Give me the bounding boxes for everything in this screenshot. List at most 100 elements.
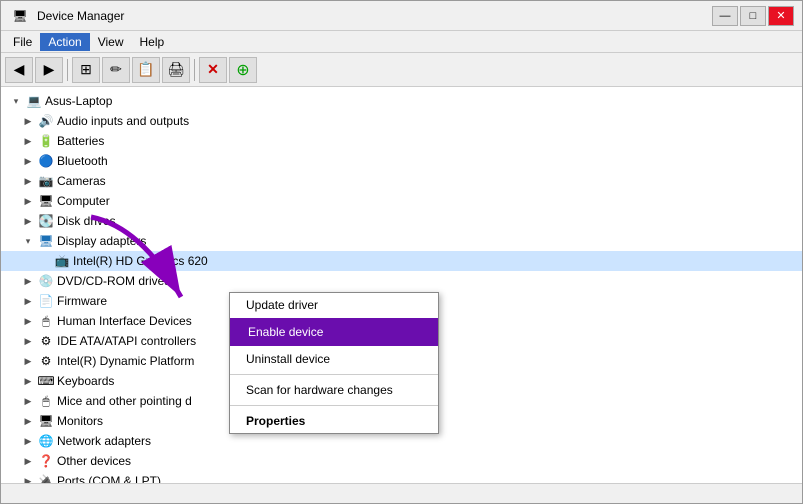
gpu-expand	[37, 254, 51, 268]
ports-expand[interactable]: ▶	[21, 474, 35, 483]
network-icon: 🌐	[38, 433, 54, 449]
forward-button[interactable]: ▶	[35, 57, 63, 83]
bluetooth-expand[interactable]: ▶	[21, 154, 35, 168]
cameras-label: Cameras	[57, 174, 106, 188]
disk-expand[interactable]: ▶	[21, 214, 35, 228]
monitors-icon: 🖥	[38, 413, 54, 429]
window-controls: — □ ✕	[712, 6, 794, 26]
bluetooth-label: Bluetooth	[57, 154, 108, 168]
dvd-label: DVD/CD-ROM drives	[57, 274, 170, 288]
firmware-label: Firmware	[57, 294, 107, 308]
context-menu: Update driver Enable device Uninstall de…	[229, 292, 439, 434]
network-label: Network adapters	[57, 434, 151, 448]
disk-icon: 💽	[38, 213, 54, 229]
ide-expand[interactable]: ▶	[21, 334, 35, 348]
batteries-label: Batteries	[57, 134, 104, 148]
device-manager-window: 🖥 Device Manager — □ ✕ File Action View …	[0, 0, 803, 504]
tree-item-disk[interactable]: ▶ 💽 Disk drives	[1, 211, 802, 231]
batteries-icon: 🔋	[38, 133, 54, 149]
content-area: ▾ 💻 Asus-Laptop ▶ 🔊 Audio inputs and out…	[1, 87, 802, 483]
toolbar-sep-2	[194, 59, 195, 81]
mice-label: Mice and other pointing d	[57, 394, 192, 408]
ctx-properties[interactable]: Properties	[230, 409, 438, 433]
root-icon: 💻	[26, 93, 42, 109]
menu-help[interactable]: Help	[132, 33, 173, 51]
tree-item-bluetooth[interactable]: ▶ 🔵 Bluetooth	[1, 151, 802, 171]
intel-icon: ⚙	[38, 353, 54, 369]
root-expand[interactable]: ▾	[9, 94, 23, 108]
batteries-expand[interactable]: ▶	[21, 134, 35, 148]
mice-expand[interactable]: ▶	[21, 394, 35, 408]
tree-item-computer[interactable]: ▶ 🖥 Computer	[1, 191, 802, 211]
ports-label: Ports (COM & LPT)	[57, 474, 161, 483]
display-expand[interactable]: ▾	[21, 234, 35, 248]
cameras-expand[interactable]: ▶	[21, 174, 35, 188]
audio-expand[interactable]: ▶	[21, 114, 35, 128]
ctx-scan-hardware[interactable]: Scan for hardware changes	[230, 378, 438, 402]
keyboard-label: Keyboards	[57, 374, 114, 388]
tree-item-display[interactable]: ▾ 🖥 Display adapters	[1, 231, 802, 251]
maximize-button[interactable]: □	[740, 6, 766, 26]
title-bar: 🖥 Device Manager — □ ✕	[1, 1, 802, 31]
ctx-sep-1	[230, 374, 438, 375]
tree-item-dvd[interactable]: ▶ 💿 DVD/CD-ROM drives	[1, 271, 802, 291]
firmware-icon: 📄	[38, 293, 54, 309]
ctx-enable-device[interactable]: Enable device	[230, 318, 438, 346]
other-label: Other devices	[57, 454, 131, 468]
tree-item-gpu[interactable]: 📺 Intel(R) HD Graphics 620	[1, 251, 802, 271]
menu-file[interactable]: File	[5, 33, 40, 51]
tree-item-network[interactable]: ▶ 🌐 Network adapters	[1, 431, 802, 451]
intel-label: Intel(R) Dynamic Platform	[57, 354, 194, 368]
audio-icon: 🔊	[38, 113, 54, 129]
tree-item-other[interactable]: ▶ ❓ Other devices	[1, 451, 802, 471]
computer-expand[interactable]: ▶	[21, 194, 35, 208]
dvd-expand[interactable]: ▶	[21, 274, 35, 288]
mice-icon: 🖱	[38, 393, 54, 409]
print-button[interactable]: 🖨	[162, 57, 190, 83]
menu-view[interactable]: View	[90, 33, 132, 51]
title-bar-left: 🖥 Device Manager	[9, 8, 124, 24]
firmware-expand[interactable]: ▶	[21, 294, 35, 308]
tree-item-cameras[interactable]: ▶ 📷 Cameras	[1, 171, 802, 191]
computer-label: Computer	[57, 194, 110, 208]
tree-item-ports[interactable]: ▶ 🔌 Ports (COM & LPT)	[1, 471, 802, 483]
keyboard-icon: ⌨	[38, 373, 54, 389]
monitors-expand[interactable]: ▶	[21, 414, 35, 428]
dvd-icon: 💿	[38, 273, 54, 289]
menu-bar: File Action View Help	[1, 31, 802, 53]
keyboard-expand[interactable]: ▶	[21, 374, 35, 388]
hid-expand[interactable]: ▶	[21, 314, 35, 328]
tree-item-audio[interactable]: ▶ 🔊 Audio inputs and outputs	[1, 111, 802, 131]
disk-label: Disk drives	[57, 214, 116, 228]
ctx-uninstall-device[interactable]: Uninstall device	[230, 347, 438, 371]
other-icon: ❓	[38, 453, 54, 469]
gpu-label: Intel(R) HD Graphics 620	[73, 254, 208, 268]
ide-icon: ⚙	[38, 333, 54, 349]
add-button[interactable]: ⊕	[229, 57, 257, 83]
window-title: Device Manager	[37, 9, 124, 23]
minimize-button[interactable]: —	[712, 6, 738, 26]
tree-item-batteries[interactable]: ▶ 🔋 Batteries	[1, 131, 802, 151]
menu-action[interactable]: Action	[40, 33, 89, 51]
ctx-update-driver[interactable]: Update driver	[230, 293, 438, 317]
display-label: Display adapters	[57, 234, 146, 248]
ide-label: IDE ATA/ATAPI controllers	[57, 334, 196, 348]
audio-label: Audio inputs and outputs	[57, 114, 189, 128]
update-button[interactable]: 📋	[132, 57, 160, 83]
app-icon: 🖥	[12, 8, 28, 24]
tree-root[interactable]: ▾ 💻 Asus-Laptop	[1, 91, 802, 111]
status-bar	[1, 483, 802, 503]
monitors-label: Monitors	[57, 414, 103, 428]
cameras-icon: 📷	[38, 173, 54, 189]
driver-button[interactable]: ✏	[102, 57, 130, 83]
back-button[interactable]: ◀	[5, 57, 33, 83]
network-expand[interactable]: ▶	[21, 434, 35, 448]
other-expand[interactable]: ▶	[21, 454, 35, 468]
properties-button[interactable]: ⊞	[72, 57, 100, 83]
intel-expand[interactable]: ▶	[21, 354, 35, 368]
display-icon: 🖥	[38, 233, 54, 249]
bluetooth-icon: 🔵	[38, 153, 54, 169]
close-button[interactable]: ✕	[768, 6, 794, 26]
remove-button[interactable]: ✕	[199, 57, 227, 83]
toolbar-sep-1	[67, 59, 68, 81]
